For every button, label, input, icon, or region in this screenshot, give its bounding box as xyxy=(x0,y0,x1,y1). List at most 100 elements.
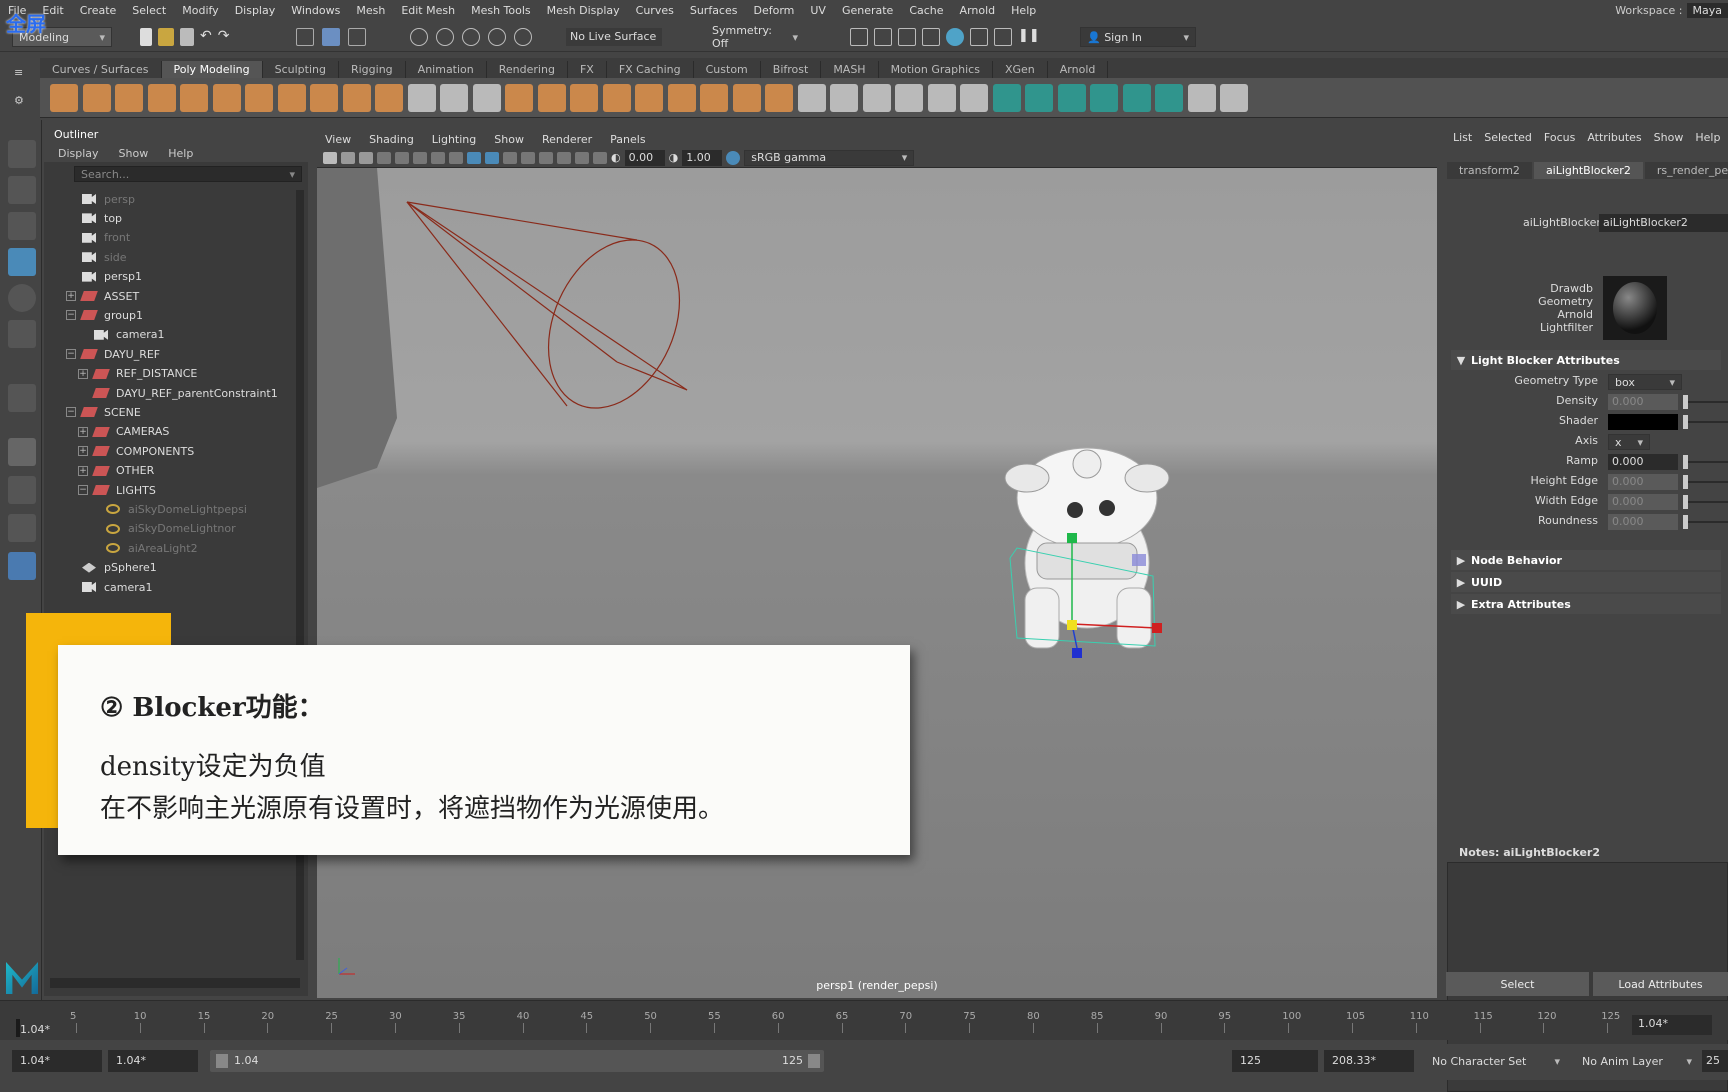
menu-windows[interactable]: Windows xyxy=(283,4,348,17)
shelf-tab-fx[interactable]: FX xyxy=(568,61,607,78)
resolution-gate-icon[interactable] xyxy=(431,151,445,164)
menu-generate[interactable]: Generate xyxy=(834,4,901,17)
outliner-item[interactable]: − DAYU_REF xyxy=(66,345,160,363)
node-tab-rs_render_pepsi[interactable]: rs_render_pepsi xyxy=(1644,162,1728,179)
outliner-hscrollbar[interactable] xyxy=(50,978,300,988)
exposure-field[interactable]: 0.00 xyxy=(624,149,665,166)
shelf-tab-sculpting[interactable]: Sculpting xyxy=(263,61,339,78)
snap-together-icon[interactable] xyxy=(1187,84,1216,112)
super-shape-icon[interactable] xyxy=(310,84,338,112)
slider-handle[interactable] xyxy=(1683,415,1688,429)
rotate-tool-icon[interactable] xyxy=(8,284,36,312)
outliner-item[interactable]: + COMPONENTS xyxy=(78,442,194,460)
mirror-icon[interactable] xyxy=(570,84,598,112)
torus-icon[interactable] xyxy=(180,84,208,112)
color-space-dropdown[interactable]: sRGB gamma xyxy=(744,149,915,166)
range-start-handle[interactable] xyxy=(216,1054,228,1068)
wireframe-icon[interactable] xyxy=(467,151,481,164)
time-slider[interactable]: 1.04* 5 10 15 20 25 30 35 40 45 50 55 60 65 70 75 80 85 9… xyxy=(0,1000,1728,1040)
attr-dropdown-geometry-type[interactable]: box xyxy=(1608,374,1682,390)
collapse-icon[interactable]: − xyxy=(78,485,88,495)
plane-icon[interactable] xyxy=(212,84,241,112)
attr-slider[interactable] xyxy=(1683,475,1728,489)
append-icon[interactable] xyxy=(700,84,728,112)
pause-icon[interactable]: ❚❚ xyxy=(1018,28,1040,46)
snap-curve-icon[interactable] xyxy=(436,28,454,46)
search-dropdown-icon[interactable]: ▾ xyxy=(289,168,295,181)
viewport-menu-view[interactable]: View xyxy=(325,133,351,146)
textured-icon[interactable] xyxy=(503,151,517,164)
attr-field-density[interactable]: 0.000 xyxy=(1608,394,1678,410)
collapse-icon[interactable]: − xyxy=(66,349,76,360)
bridge-icon[interactable] xyxy=(602,84,631,112)
cone-icon[interactable] xyxy=(147,84,176,112)
shelf-tab-mash[interactable]: MASH xyxy=(821,61,879,78)
live-surface-field[interactable]: No Live Surface xyxy=(566,28,662,46)
outliner-menu-display[interactable]: Display xyxy=(58,147,99,160)
select-tool-icon[interactable] xyxy=(8,140,36,168)
outliner-search-input[interactable]: Search... ▾ xyxy=(74,166,302,182)
lights-icon[interactable] xyxy=(521,151,535,164)
load-attributes-button[interactable]: Load Attributes xyxy=(1593,972,1728,996)
playback-start-field[interactable]: 1.04* xyxy=(108,1050,198,1072)
character-set-dropdown[interactable]: No Character Set xyxy=(1426,1051,1566,1071)
range-slider[interactable]: 1.04 125 xyxy=(210,1050,824,1072)
reduce-icon[interactable] xyxy=(1025,84,1053,112)
crease-icon[interactable] xyxy=(895,84,923,112)
render-frame-icon[interactable] xyxy=(850,28,868,46)
ambient-occlusion-icon[interactable] xyxy=(557,151,571,164)
uv-editor-icon[interactable] xyxy=(992,84,1021,112)
render-view-icon[interactable] xyxy=(970,28,988,46)
new-scene-icon[interactable] xyxy=(140,28,152,46)
attr-menu-focus[interactable]: Focus xyxy=(1544,131,1575,144)
shelf-tab-motion-graphics[interactable]: Motion Graphics xyxy=(879,61,993,78)
sign-in-dropdown[interactable]: 👤 Sign In xyxy=(1080,27,1196,47)
multi-cut-icon[interactable] xyxy=(765,84,793,112)
last-tool-icon[interactable] xyxy=(8,384,36,412)
section-node-behavior[interactable]: ▶ Node Behavior xyxy=(1451,550,1721,570)
shelf-tab-rigging[interactable]: Rigging xyxy=(339,61,406,78)
viewport-scene[interactable]: persp1 (render_pepsi) xyxy=(317,168,1437,998)
extrude-icon[interactable] xyxy=(667,84,696,112)
outliner-item[interactable]: persp1 xyxy=(66,268,142,286)
attr-menu-help[interactable]: Help xyxy=(1695,131,1720,144)
menu-surfaces[interactable]: Surfaces xyxy=(682,4,746,17)
menu-display[interactable]: Display xyxy=(227,4,284,17)
attr-slider[interactable] xyxy=(1683,515,1728,529)
current-frame-field[interactable]: 1.04* xyxy=(1632,1015,1712,1035)
attr-field-height-edge[interactable]: 0.000 xyxy=(1608,474,1678,490)
outliner-item[interactable]: + ASSET xyxy=(66,287,139,305)
collapse-icon[interactable]: − xyxy=(66,407,76,418)
menu-mesh-display[interactable]: Mesh Display xyxy=(539,4,628,17)
ipr-render-icon[interactable] xyxy=(874,28,892,46)
attr-slider[interactable] xyxy=(1683,415,1728,429)
range-end-handle[interactable] xyxy=(808,1054,820,1068)
viewport-menu-lighting[interactable]: Lighting xyxy=(432,133,476,146)
menu-mesh[interactable]: Mesh xyxy=(348,4,393,17)
separate-icon[interactable] xyxy=(440,84,468,112)
fill-hole-icon[interactable] xyxy=(732,84,761,112)
outliner-item[interactable]: camera1 xyxy=(66,578,153,596)
redo-icon[interactable]: ↷ xyxy=(218,28,230,46)
attr-field-width-edge[interactable]: 0.000 xyxy=(1608,494,1678,510)
playblast-icon[interactable] xyxy=(994,28,1012,46)
attr-menu-show[interactable]: Show xyxy=(1654,131,1684,144)
snap-grid-icon[interactable] xyxy=(410,28,428,46)
expand-icon[interactable]: + xyxy=(66,291,76,301)
attr-menu-selected[interactable]: Selected xyxy=(1484,131,1532,144)
menu-curves[interactable]: Curves xyxy=(628,4,682,17)
shelf-tab-arnold[interactable]: Arnold xyxy=(1048,61,1109,78)
outliner-item[interactable]: front xyxy=(66,229,130,247)
select-by-hierarchy-icon[interactable] xyxy=(296,28,314,46)
symmetry-dropdown[interactable]: Symmetry: Off xyxy=(706,24,804,50)
attr-field-ramp[interactable]: 0.000 xyxy=(1608,454,1678,470)
offset-edge-loop-icon[interactable] xyxy=(862,84,891,112)
node-tab-ailightblocker2[interactable]: aiLightBlocker2 xyxy=(1533,162,1643,179)
viewport-menu-show[interactable]: Show xyxy=(494,133,524,146)
scale-tool-icon[interactable] xyxy=(8,320,36,348)
outliner-item[interactable]: − group1 xyxy=(66,306,143,324)
attr-slider[interactable] xyxy=(1683,495,1728,509)
booleans-icon[interactable] xyxy=(537,84,566,112)
outliner-item[interactable]: + REF_DISTANCE xyxy=(78,365,197,383)
shelf-tab-rendering[interactable]: Rendering xyxy=(487,61,568,78)
